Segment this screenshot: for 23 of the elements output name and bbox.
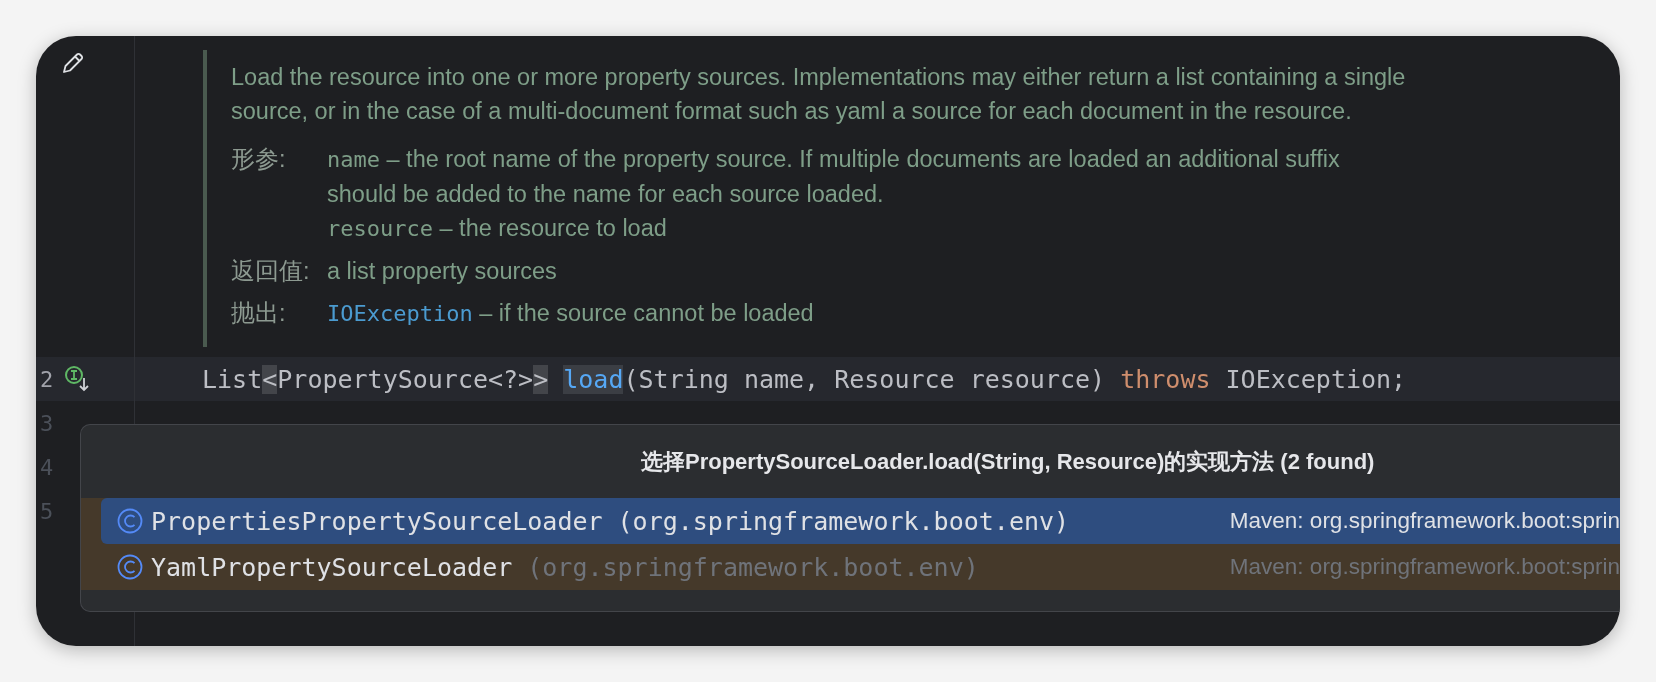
doc-section-label: 抛出:: [231, 299, 287, 328]
doc-section-label: 形参:: [231, 145, 287, 174]
implementation-item[interactable]: YamlPropertySourceLoader (org.springframework.boot.env) Maven: org.springframework.boot:sprin: [101, 544, 1620, 590]
implementation-item[interactable]: PropertiesPropertySourceLoader (org.springframework.boot.env) Maven: org.springframework.boot:sprin: [101, 498, 1620, 544]
library-location: Maven: org.springframework.boot:sprin: [1229, 508, 1620, 534]
doc-param: name – the root name of the property source. If multiple documents are loaded an additional suffix should be added to the name for each source loaded.: [327, 145, 1341, 209]
class-icon: [117, 508, 143, 534]
class-icon: [117, 554, 143, 580]
doc-text: a list property sources: [327, 257, 558, 286]
library-location: Maven: org.springframework.boot:sprin: [1229, 554, 1620, 580]
doc-param: resource – the resource to load: [327, 214, 668, 243]
popup-title: 选择PropertySourceLoader.load(String, Resource)的实现方法 (2 found): [641, 447, 1375, 476]
class-name: YamlPropertySourceLoader: [151, 552, 513, 582]
implementation-marker-icon[interactable]: [64, 365, 90, 393]
exception-link[interactable]: IOException – if the source cannot be loaded: [327, 296, 1411, 331]
doc-description: Load the resource into one or more property sources. Implementations may either return a list containing a single source, or in the case of a multi-document format such as yaml a source for each document in the resource.: [231, 63, 1407, 126]
package-name: (org.springframework.boot.env): [527, 552, 979, 582]
package-name: (org.springframework.boot.env): [617, 506, 1070, 536]
doc-section-label: 返回值:: [231, 257, 311, 286]
code-line: List<PropertySource<?>> load(String name, Resource resource) throws IOException;: [202, 364, 1408, 394]
class-name: PropertiesPropertySourceLoader: [151, 506, 603, 536]
pencil-icon[interactable]: [60, 50, 86, 76]
line-number: 2: [39, 366, 55, 392]
